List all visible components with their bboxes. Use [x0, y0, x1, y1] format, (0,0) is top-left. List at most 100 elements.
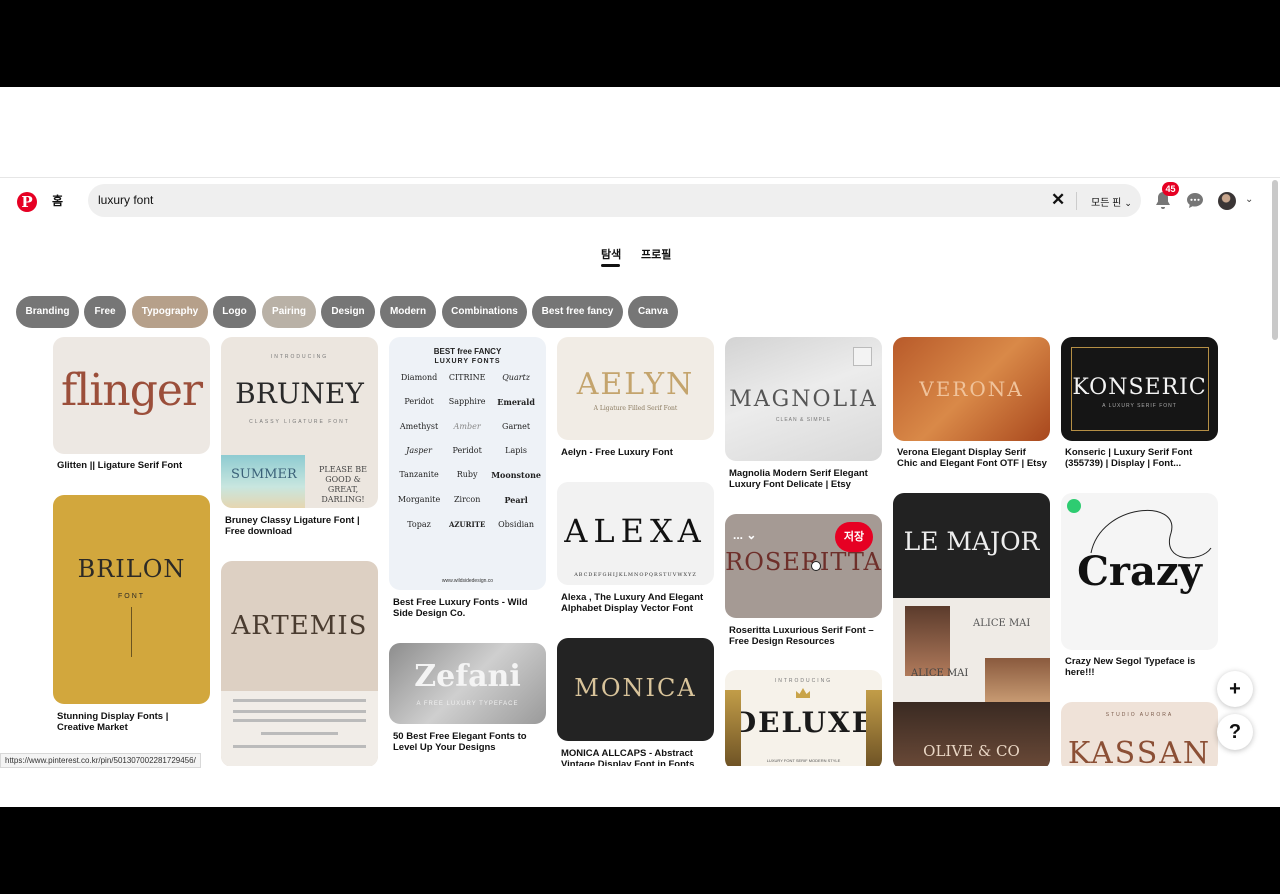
chip-pairing[interactable]: Pairing: [262, 296, 316, 328]
search-input[interactable]: luxury font: [98, 193, 153, 207]
pin-image-subtext: A FREE LUXURY TYPEFACE: [416, 701, 519, 707]
pin-image-subtext: ABCDEFGHIJKLMNOPQRSTUVWXYZ: [574, 572, 697, 578]
pin-decor-line: [131, 607, 132, 657]
pin-title[interactable]: Verona Elegant Display Serif Chic and El…: [897, 447, 1047, 469]
header-divider: [0, 177, 1280, 178]
pin-image-text: Crazy: [1077, 548, 1202, 595]
pin-title[interactable]: Glitten || Ligature Serif Font: [57, 460, 207, 471]
pin-artemis[interactable]: ARTEMIS: [221, 561, 378, 767]
pin-title[interactable]: 50 Best Free Elegant Fonts to Level Up Y…: [393, 731, 543, 753]
pin-image-subtext: CLEAN & SIMPLE: [775, 417, 832, 423]
chip-label: Modern: [389, 306, 427, 317]
pin-image-text: BEST free FANCY: [433, 347, 502, 356]
save-button[interactable]: 저장: [835, 522, 873, 552]
chip-typography[interactable]: Typography: [132, 296, 208, 328]
font-sample: Peridot: [452, 446, 482, 455]
chip-combinations[interactable]: Combinations: [442, 296, 527, 328]
clear-search-icon[interactable]: ✕: [1051, 190, 1065, 210]
chip-branding[interactable]: Branding: [16, 296, 79, 328]
help-button[interactable]: ?: [1217, 714, 1253, 750]
font-sample: Pearl: [504, 495, 528, 505]
pin-verona[interactable]: VERONA: [893, 337, 1050, 441]
chip-canva[interactable]: Canva: [628, 296, 678, 328]
chip-best-free-fancy[interactable]: Best free fancy: [532, 296, 623, 328]
pin-title[interactable]: Roseritta Luxurious Serif Font – Free De…: [729, 625, 879, 647]
pin-collage-panel: OLIVE & CO: [893, 702, 1050, 770]
chip-label: Canva: [637, 306, 668, 317]
pin-konseric[interactable]: KONSERIC A LUXURY SERIF FONT: [1061, 337, 1218, 441]
pin-title[interactable]: Konseric | Luxury Serif Font (355739) | …: [1065, 447, 1215, 469]
pin-image-text: ROSERITTA: [725, 548, 882, 576]
font-sample: Garnet: [502, 422, 531, 431]
pin-image-subtext: A Ligature Filled Serif Font: [593, 405, 678, 412]
pin-title[interactable]: Stunning Display Fonts | Creative Market: [57, 711, 207, 733]
pin-title[interactable]: Magnolia Modern Serif Elegant Luxury Fon…: [729, 468, 879, 490]
pin-alexa[interactable]: ALEXA ABCDEFGHIJKLMNOPQRSTUVWXYZ: [557, 482, 714, 585]
pin-bruney[interactable]: INTRODUCING BRUNEY CLASSY LIGATURE FONT …: [221, 337, 378, 508]
pin-image-text: VERONA: [919, 377, 1024, 401]
pin-flinger[interactable]: flinger: [53, 337, 210, 454]
pin-decor-statue: [866, 690, 882, 770]
letterbox-top: [0, 0, 1280, 87]
font-sample: Tanzanite: [399, 470, 439, 479]
pin-deluxe[interactable]: INTRODUCING DELUXE LUXURY FONT SERIF MOD…: [725, 670, 882, 770]
pin-title[interactable]: Best Free Luxury Fonts - Wild Side Desig…: [393, 597, 543, 619]
pin-image-text: LUXURY FONTS: [434, 358, 501, 365]
messages-icon[interactable]: [1186, 192, 1204, 209]
link-status-bar: https://www.pinterest.co.kr/pin/50130700…: [0, 753, 201, 768]
search-bar[interactable]: luxury font ✕ 모든 핀 ⌄: [88, 184, 1141, 217]
pin-image-subtext: FONT: [117, 593, 146, 600]
pin-image-text: MONICA: [574, 674, 697, 702]
active-tab-indicator: [601, 264, 620, 267]
pin-brilon[interactable]: BRILON FONT: [53, 495, 210, 704]
pin-image-text: AELYN: [576, 367, 695, 402]
chip-logo[interactable]: Logo: [213, 296, 256, 328]
pin-roseritta[interactable]: ROSERITTA ... ⌄ 저장: [725, 514, 882, 618]
account-chevron-down-icon[interactable]: ⌄: [1245, 194, 1253, 205]
chip-modern[interactable]: Modern: [380, 296, 436, 328]
pin-best-free-fancy[interactable]: BEST free FANCY LUXURY FONTS Diamond CIT…: [389, 337, 546, 590]
pin-image-text: DELUXE: [731, 706, 876, 739]
pin-magnolia[interactable]: MAGNOLIA CLEAN & SIMPLE: [725, 337, 882, 461]
font-sample: Topaz: [407, 520, 431, 529]
user-avatar[interactable]: [1218, 192, 1236, 210]
search-separator: [1076, 192, 1077, 210]
pin-crazy[interactable]: Crazy: [1061, 493, 1218, 650]
letterbox-bottom: [0, 807, 1280, 894]
more-options-label: ...: [733, 528, 744, 542]
chip-label: Design: [331, 306, 365, 317]
pin-filter-dropdown[interactable]: 모든 핀 ⌄: [1091, 194, 1132, 209]
pin-zefani[interactable]: Zefani A FREE LUXURY TYPEFACE: [389, 643, 546, 724]
page-scrollbar[interactable]: [1272, 180, 1278, 340]
pin-title[interactable]: Bruney Classy Ligature Font | Free downl…: [225, 515, 375, 537]
pin-image-text: BRUNEY: [235, 377, 364, 410]
pin-image-text: PLEASE BE GOOD & GREAT, DARLING!: [319, 465, 367, 504]
font-sample-grid: Diamond CITRINE Quartz Peridot Sapphire …: [395, 373, 541, 529]
pin-le-major[interactable]: LE MAJOR ALICE MAI ALICE MAI OLIVE & CO: [893, 493, 1050, 770]
pin-title[interactable]: Aelyn - Free Luxury Font: [561, 447, 711, 458]
font-sample: Peridot: [404, 397, 434, 406]
chip-design[interactable]: Design: [321, 296, 375, 328]
pin-title[interactable]: Alexa , The Luxury And Elegant Alphabet …: [561, 592, 711, 614]
add-button[interactable]: +: [1217, 671, 1253, 707]
pin-image-text: flinger: [60, 365, 203, 416]
pin-monica[interactable]: MONICA: [557, 638, 714, 741]
tab-profile[interactable]: 프로필: [641, 246, 671, 262]
search-tabs: 탐색 프로필: [0, 244, 1270, 274]
more-options-icon[interactable]: ... ⌄: [733, 528, 756, 542]
pin-title[interactable]: Crazy New Segol Typeface is here!!!: [1065, 656, 1215, 678]
pin-decor-statue: [725, 690, 741, 770]
chip-label: Logo: [222, 306, 247, 317]
pinterest-logo-icon[interactable]: P: [17, 192, 37, 212]
chip-free[interactable]: Free: [84, 296, 126, 328]
tab-explore[interactable]: 탐색: [601, 246, 621, 262]
pin-kassan[interactable]: STUDIO AURORA KASSAN: [1061, 702, 1218, 772]
pin-image-text: ALICE MAI: [973, 618, 1031, 629]
font-sample: CITRINE: [448, 373, 486, 382]
font-sample: Moonstone: [491, 470, 541, 480]
pin-image-text: ALICE MAI: [911, 668, 969, 679]
chip-label: Typography: [141, 306, 199, 317]
chip-label: Pairing: [272, 306, 306, 317]
home-link[interactable]: 홈: [52, 192, 63, 209]
pin-aelyn[interactable]: AELYN A Ligature Filled Serif Font: [557, 337, 714, 440]
